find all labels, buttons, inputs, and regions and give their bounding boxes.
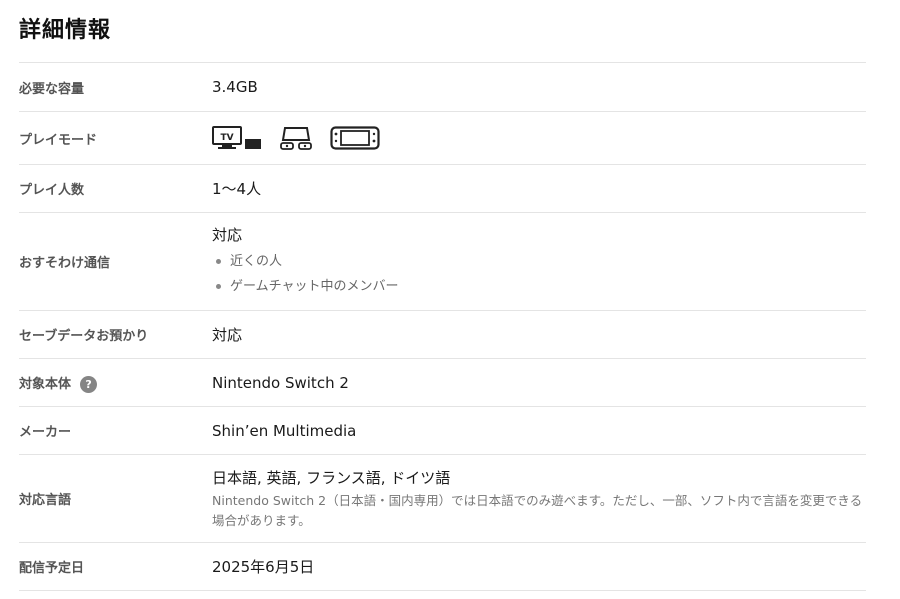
svg-text:TV: TV [220, 133, 233, 143]
maker-label: メーカー [19, 425, 72, 440]
console-label: 対象本体 [19, 376, 72, 392]
row-players: プレイ人数 1〜4人 [19, 165, 866, 213]
row-save-cloud: セーブデータお預かり 対応 [19, 311, 866, 359]
share-list: 近くの人 ゲームチャット中のメンバー [212, 249, 866, 299]
row-maker: メーカー Shin’en Multimedia [19, 407, 866, 455]
languages-note: Nintendo Switch 2（日本語・国内専用）では日本語でのみ遊べます。… [212, 492, 863, 528]
players-value: 1〜4人 [212, 180, 262, 198]
share-value: 対応 [212, 226, 243, 244]
details-table: 必要な容量 3.4GB プレイモード TV プレイ人数 1〜4人 おすそわけ通信… [19, 62, 866, 591]
row-play-mode: プレイモード TV [19, 112, 866, 165]
maker-value: Shin’en Multimedia [212, 421, 357, 440]
list-item: 近くの人 [212, 249, 866, 274]
details-section: 詳細情報 必要な容量 3.4GB プレイモード TV プレイ人数 1〜4人 おす… [0, 0, 900, 599]
bullet-icon [216, 284, 221, 289]
share-item-nearby: 近くの人 [230, 254, 283, 269]
languages-label: 対応言語 [19, 493, 72, 508]
help-icon[interactable]: ? [80, 375, 98, 393]
list-item: ゲームチャット中のメンバー [212, 274, 866, 299]
save-cloud-label: セーブデータお預かり [19, 329, 149, 344]
release-value: 2025年6月5日 [212, 558, 315, 576]
bullet-icon [216, 259, 221, 264]
row-console: 対象本体? Nintendo Switch 2 [19, 359, 866, 407]
players-label: プレイ人数 [19, 183, 85, 198]
capacity-value: 3.4GB [212, 78, 258, 96]
row-languages: 対応言語 日本語, 英語, フランス語, ドイツ語 Nintendo Switc… [19, 455, 866, 543]
save-cloud-value: 対応 [212, 326, 243, 344]
play-mode-label: プレイモード [19, 132, 98, 148]
section-title: 詳細情報 [19, 18, 112, 43]
play-mode-icons: TV [212, 126, 866, 150]
tabletop-mode-icon [280, 127, 312, 150]
share-value-block: 対応 近くの人 ゲームチャット中のメンバー [212, 224, 866, 299]
row-release: 配信予定日 2025年6月5日 [19, 543, 866, 591]
languages-value: 日本語, 英語, フランス語, ドイツ語 [212, 468, 451, 487]
row-share: おすそわけ通信 対応 近くの人 ゲームチャット中のメンバー [19, 213, 866, 311]
capacity-label: 必要な容量 [19, 81, 85, 97]
console-label-wrap: 対象本体? [19, 373, 212, 393]
languages-value-block: 日本語, 英語, フランス語, ドイツ語 Nintendo Switch 2（日… [212, 467, 866, 531]
row-capacity: 必要な容量 3.4GB [19, 63, 866, 112]
handheld-mode-icon [330, 126, 380, 150]
release-label: 配信予定日 [19, 561, 85, 576]
tv-mode-icon: TV [212, 126, 261, 149]
console-value: Nintendo Switch 2 [212, 373, 349, 392]
share-item-chat-members: ゲームチャット中のメンバー [230, 279, 399, 294]
share-label: おすそわけ通信 [19, 256, 111, 271]
